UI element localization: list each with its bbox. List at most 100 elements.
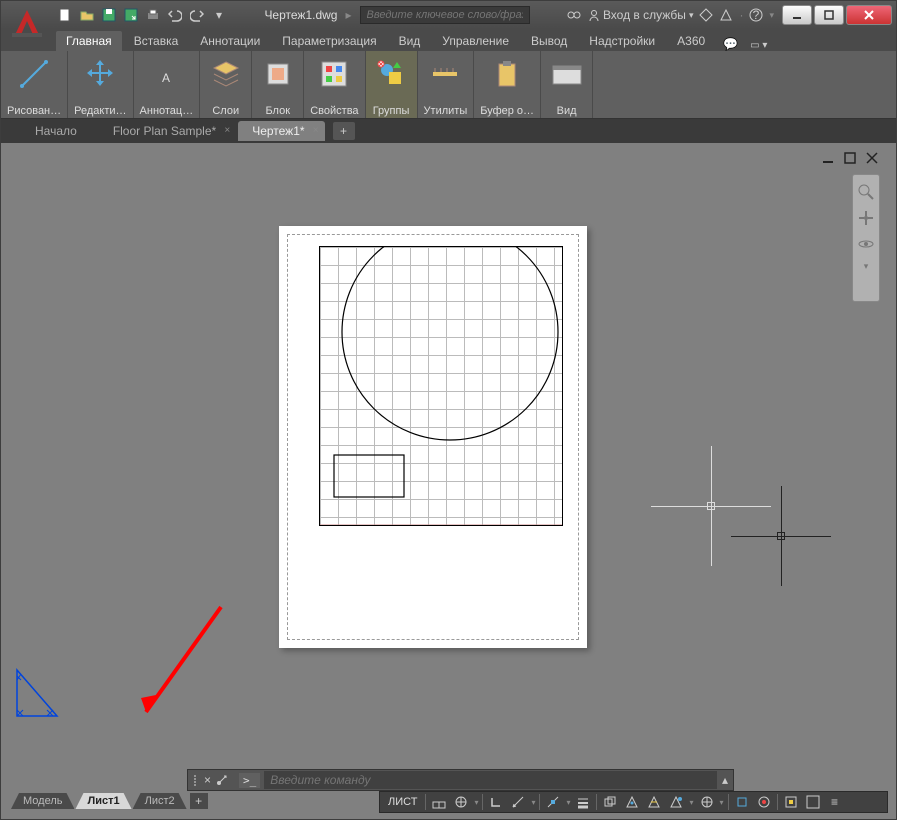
hwaccel-icon[interactable] [755,793,773,811]
redo-icon[interactable] [188,6,206,24]
annovisibility-icon[interactable] [645,793,663,811]
panel-label: Слои [210,105,241,117]
status-mode[interactable]: ЛИСТ [384,796,421,808]
ribbon-tab-annotate[interactable]: Аннотации [190,31,270,51]
close-icon[interactable]: × [204,773,211,787]
polar-icon[interactable] [452,793,470,811]
minimize-button[interactable] [782,5,812,25]
add-layout-button[interactable]: + [190,793,208,809]
infocenter-icon[interactable] [566,8,582,22]
close-icon[interactable]: × [313,125,319,136]
doc-tab-drawing1[interactable]: Чертеж1*× [238,121,324,141]
new-icon[interactable] [56,6,74,24]
search-input[interactable] [360,6,530,24]
ribbon-tab-view[interactable]: Вид [389,31,431,51]
osnap-icon[interactable] [544,793,562,811]
annoautoscale-icon[interactable] [667,793,685,811]
window-controls [780,5,892,25]
autodesk-icon[interactable] [719,8,733,22]
isoplane-icon[interactable] [509,793,527,811]
navigation-bar: ▾ [852,174,880,302]
canvas-area[interactable]: ▾ [11,146,886,777]
command-input[interactable] [264,771,717,789]
orbit-icon[interactable] [857,235,875,253]
saveas-icon[interactable] [122,6,140,24]
undo-icon[interactable] [166,6,184,24]
annoscale-icon[interactable] [623,793,641,811]
signin-button[interactable]: Вход в службы ▾ [588,8,694,22]
panel-label: Буфер о… [478,105,536,117]
open-icon[interactable] [78,6,96,24]
layout-tab-sheet2[interactable]: Лист2 [133,793,187,809]
model-viewport[interactable] [319,246,563,526]
layers-icon[interactable] [206,55,246,93]
panel-annotate: A Аннотац… [134,51,201,118]
svg-text:A: A [162,71,170,85]
line-tool-icon[interactable] [14,55,54,93]
ribbon-minimize-icon[interactable]: ▭ ▾ [750,40,767,51]
doc-minimize-icon[interactable] [822,152,836,166]
cleanscreen-icon[interactable] [804,793,822,811]
layout-tab-sheet1[interactable]: Лист1 [75,793,131,809]
qat-dropdown-icon[interactable]: ▾ [210,6,228,24]
ribbon-tabs: Главная Вставка Аннотации Параметризация… [1,29,896,51]
text-tool-icon[interactable]: A [146,55,186,93]
maximize-button[interactable] [814,5,844,25]
ribbon-tab-insert[interactable]: Вставка [124,31,189,51]
ribbon-expand-icon[interactable]: 💬 [723,37,738,51]
panel-label: Редакти… [72,105,128,117]
move-tool-icon[interactable] [80,55,120,93]
doc-close-icon[interactable] [866,152,880,166]
app-logo[interactable] [7,4,47,44]
view-icon[interactable] [547,55,587,93]
ribbon-tab-manage[interactable]: Управление [432,31,519,51]
workspace-icon[interactable] [698,793,716,811]
clipboard-icon[interactable] [487,55,527,93]
save-icon[interactable] [100,6,118,24]
panel-label: Группы [371,105,412,117]
ribbon-body: Рисован… Редакти… A Аннотац… Слои Блок С… [1,51,896,119]
doc-tab-start[interactable]: Начало [21,121,97,141]
doc-tab-floorplan[interactable]: Floor Plan Sample*× [99,121,236,141]
pan-icon[interactable] [857,209,875,227]
panel-clipboard: Буфер о… [474,51,541,118]
ortho-icon[interactable] [487,793,505,811]
layout-tabs: Модель Лист1 Лист2 + [11,791,208,811]
ribbon-tab-a360[interactable]: A360 [667,31,715,51]
paper-layout [279,226,587,648]
zoom-icon[interactable] [857,183,875,201]
customize-status-icon[interactable]: ≡ [826,793,844,811]
close-button[interactable] [846,5,892,25]
groups-icon[interactable] [371,55,411,93]
isolate-icon[interactable] [782,793,800,811]
nav-dropdown-icon[interactable]: ▾ [864,261,869,272]
exchange-icon[interactable] [699,8,713,22]
selection-cycling-icon[interactable] [601,793,619,811]
utilities-icon[interactable] [425,55,465,93]
panel-utilities: Утилиты [418,51,475,118]
layout-tab-model[interactable]: Модель [11,793,74,809]
status-bar: ЛИСТ ▾ ▾ ▾ ▾ ▾ ≡ [379,791,888,813]
drag-handle-icon[interactable] [188,775,198,786]
ribbon-tab-home[interactable]: Главная [56,31,122,51]
ribbon-tab-addins[interactable]: Надстройки [579,31,665,51]
panel-groups: Группы [366,51,418,118]
help-icon[interactable]: ? [749,8,763,22]
panel-view: Вид [541,51,593,118]
lock-ui-icon[interactable] [733,793,751,811]
add-document-button[interactable]: + [333,122,355,140]
ribbon-tab-parametric[interactable]: Параметризация [272,31,386,51]
block-icon[interactable] [258,55,298,93]
print-icon[interactable] [144,6,162,24]
lineweight-icon[interactable] [574,793,592,811]
properties-icon[interactable] [314,55,354,93]
history-up-icon[interactable]: ▴ [717,773,733,787]
doc-tab-label: Начало [35,124,77,138]
ribbon-tab-output[interactable]: Вывод [521,31,577,51]
customize-icon[interactable] [215,773,229,787]
panel-label: Рисован… [5,105,63,117]
doc-maximize-icon[interactable] [844,152,858,166]
grid-snap-icon[interactable] [430,793,448,811]
ucs-icon[interactable] [11,662,71,722]
close-icon[interactable]: × [224,125,230,136]
